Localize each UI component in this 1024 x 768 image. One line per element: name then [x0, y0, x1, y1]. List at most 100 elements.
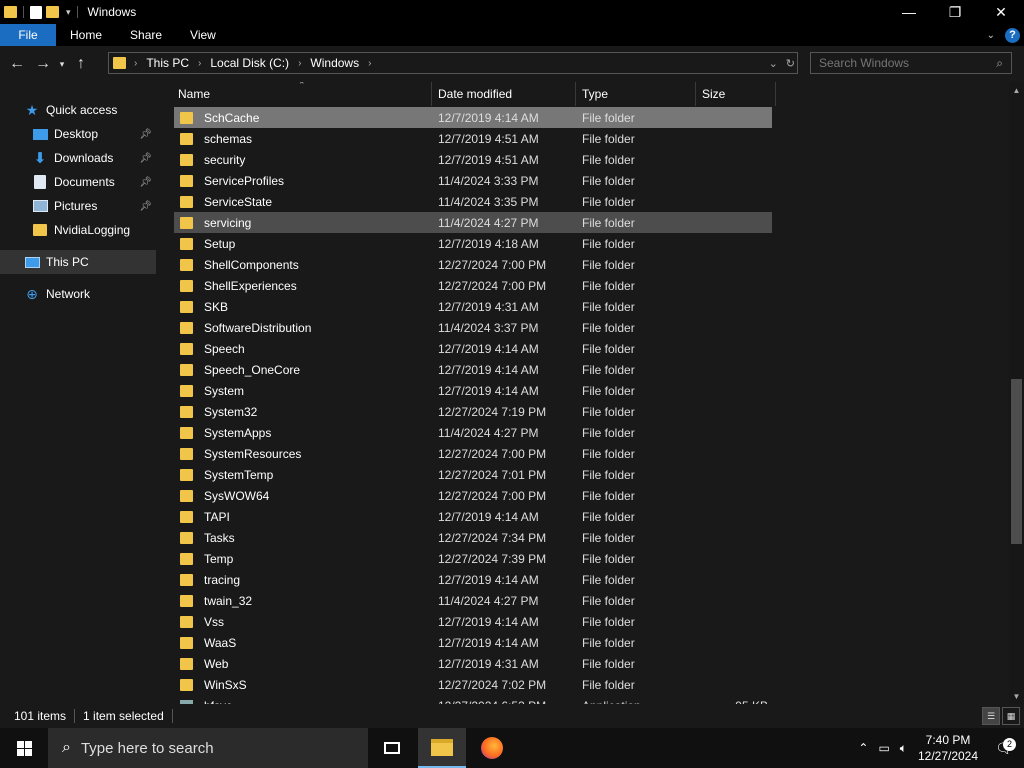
pin-icon: 📌︎: [139, 152, 152, 164]
table-row[interactable]: Temp 12/27/2024 7:39 PM File folder: [174, 548, 772, 569]
sidebar-item-pictures[interactable]: Pictures 📌︎: [0, 194, 156, 218]
search-input[interactable]: [819, 56, 989, 70]
file-date: 12/27/2024 7:39 PM: [438, 551, 547, 566]
folder-icon: [180, 678, 193, 691]
table-row[interactable]: tracing 12/7/2019 4:14 AM File folder: [174, 569, 772, 590]
clock[interactable]: 7:40 PM 12/27/2024: [912, 732, 984, 764]
volume-muted-icon[interactable]: 🔈︎: [900, 741, 907, 756]
table-row[interactable]: System 12/7/2019 4:14 AM File folder: [174, 380, 772, 401]
new-folder-icon[interactable]: [46, 6, 59, 18]
scroll-up-icon[interactable]: ▲: [1009, 82, 1024, 98]
breadcrumb-separator-icon[interactable]: ›: [368, 58, 371, 69]
table-row[interactable]: SoftwareDistribution 11/4/2024 3:37 PM Fil…: [174, 317, 772, 338]
notifications-button[interactable]: 🗨︎ 2: [984, 737, 1024, 757]
scrollbar-thumb[interactable]: [1011, 379, 1022, 544]
breadcrumb-separator-icon[interactable]: ›: [298, 58, 301, 69]
address-bar[interactable]: › This PC › Local Disk (C:) › Windows › …: [108, 52, 798, 74]
table-row[interactable]: Vss 12/7/2019 4:14 AM File folder: [174, 611, 772, 632]
scroll-down-icon[interactable]: ▼: [1009, 688, 1024, 704]
minimize-icon[interactable]: —: [886, 0, 932, 24]
breadcrumb-local-disk[interactable]: Local Disk (C:): [210, 56, 289, 70]
file-type: File folder: [582, 257, 635, 272]
column-header-type[interactable]: Type: [576, 82, 696, 106]
task-view-button[interactable]: [368, 728, 416, 768]
sidebar-item-desktop[interactable]: Desktop 📌︎: [0, 122, 156, 146]
pin-icon: 📌︎: [139, 200, 152, 212]
table-row[interactable]: security 12/7/2019 4:51 AM File folder: [174, 149, 772, 170]
up-arrow-icon[interactable]: ↑: [70, 53, 92, 75]
search-box[interactable]: ⌕: [810, 52, 1012, 74]
close-icon[interactable]: ✕: [978, 0, 1024, 24]
search-icon[interactable]: ⌕: [996, 56, 1003, 71]
chevron-up-icon[interactable]: ⌃: [858, 741, 868, 755]
table-row[interactable]: SystemApps 11/4/2024 4:27 PM File folder: [174, 422, 772, 443]
table-row[interactable]: schemas 12/7/2019 4:51 AM File folder: [174, 128, 772, 149]
vertical-scrollbar[interactable]: ▲ ▼: [1009, 82, 1024, 704]
folder-icon: [113, 57, 126, 69]
back-arrow-icon[interactable]: ←: [6, 53, 28, 75]
table-row[interactable]: TAPI 12/7/2019 4:14 AM File folder: [174, 506, 772, 527]
table-row[interactable]: WaaS 12/7/2019 4:14 AM File folder: [174, 632, 772, 653]
column-header-name[interactable]: Name: [172, 82, 432, 106]
tab-file[interactable]: File: [0, 24, 56, 46]
table-row[interactable]: Tasks 12/27/2024 7:34 PM File folder: [174, 527, 772, 548]
table-row[interactable]: ServiceState 11/4/2024 3:35 PM File folder: [174, 191, 772, 212]
start-button[interactable]: [0, 728, 48, 768]
sidebar-item-documents[interactable]: Documents 📌︎: [0, 170, 156, 194]
table-row[interactable]: SysWOW64 12/27/2024 7:00 PM File folder: [174, 485, 772, 506]
sidebar-item-quick-access[interactable]: ★ Quick access: [0, 98, 156, 122]
chevron-down-icon[interactable]: ⌄: [769, 57, 778, 70]
details-view-icon[interactable]: ☰: [982, 707, 1000, 725]
breadcrumb-windows[interactable]: Windows: [310, 56, 359, 70]
help-icon[interactable]: ?: [1005, 27, 1020, 43]
file-name: Temp: [204, 551, 234, 566]
sidebar-item-this-pc[interactable]: This PC: [0, 250, 156, 274]
file-name: Web: [204, 656, 229, 671]
table-row[interactable]: Setup 12/7/2019 4:18 AM File folder: [174, 233, 772, 254]
properties-icon[interactable]: [30, 5, 42, 19]
breadcrumb-this-pc[interactable]: This PC: [146, 56, 189, 70]
large-icons-view-icon[interactable]: ▦: [1002, 707, 1020, 725]
column-header-size[interactable]: Size: [696, 82, 776, 106]
firefox-button[interactable]: [468, 728, 516, 768]
tab-view[interactable]: View: [176, 24, 230, 46]
table-row[interactable]: Web 12/7/2019 4:31 AM File folder: [174, 653, 772, 674]
file-explorer-button[interactable]: [418, 728, 466, 768]
table-row[interactable]: SystemTemp 12/27/2024 7:01 PM File folder: [174, 464, 772, 485]
table-row[interactable]: twain_32 11/4/2024 4:27 PM File folder: [174, 590, 772, 611]
expand-ribbon-icon[interactable]: ⌄: [987, 30, 995, 41]
chevron-down-icon[interactable]: ▾: [66, 7, 71, 18]
table-row[interactable]: System32 12/27/2024 7:19 PM File folder: [174, 401, 772, 422]
breadcrumb-separator-icon[interactable]: ›: [198, 58, 201, 69]
file-date: 12/27/2024 7:00 PM: [438, 278, 547, 293]
table-row[interactable]: Speech 12/7/2019 4:14 AM File folder: [174, 338, 772, 359]
table-row[interactable]: Speech_OneCore 12/7/2019 4:14 AM File fold…: [174, 359, 772, 380]
refresh-icon[interactable]: ↻: [786, 57, 795, 70]
title-bar: ▾ Windows — ❐ ✕: [0, 0, 1024, 24]
taskbar-search[interactable]: ⌕ Type here to search: [48, 728, 368, 768]
column-header-date-modified[interactable]: Date modified: [432, 82, 576, 106]
item-count: 101 items: [14, 709, 67, 723]
table-row[interactable]: WinSxS 12/27/2024 7:02 PM File folder: [174, 674, 772, 695]
tab-share[interactable]: Share: [116, 24, 176, 46]
table-row[interactable]: servicing 11/4/2024 4:27 PM File folder: [174, 212, 772, 233]
sidebar-item-network[interactable]: ⊕ Network: [0, 282, 156, 306]
forward-arrow-icon[interactable]: →: [32, 53, 54, 75]
table-row[interactable]: SystemResources 12/27/2024 7:00 PM File fo…: [174, 443, 772, 464]
breadcrumb-separator-icon[interactable]: ›: [134, 58, 137, 69]
file-name: WaaS: [204, 635, 237, 650]
sidebar-item-nvidialogging[interactable]: NvidiaLogging: [0, 218, 156, 242]
table-row[interactable]: ShellComponents 12/27/2024 7:00 PM File fo…: [174, 254, 772, 275]
network-status-icon[interactable]: ▭: [878, 741, 889, 755]
table-row[interactable]: SKB 12/7/2019 4:31 AM File folder: [174, 296, 772, 317]
recent-locations-icon[interactable]: ▾: [54, 53, 70, 75]
maximize-icon[interactable]: ❐: [932, 0, 978, 24]
sidebar-item-downloads[interactable]: ⬇ Downloads 📌︎: [0, 146, 156, 170]
tab-home[interactable]: Home: [56, 24, 116, 46]
table-row[interactable]: ServiceProfiles 11/4/2024 3:33 PM File fol…: [174, 170, 772, 191]
file-date: 12/7/2019 4:14 AM: [438, 341, 539, 356]
table-row[interactable]: bfsvc12/27/2024 6:53 PMApplication95 KB: [174, 695, 772, 704]
table-row[interactable]: ShellExperiences 12/27/2024 7:00 PM File f…: [174, 275, 772, 296]
navigation-pane: ★ Quick access Desktop 📌︎ ⬇ Downloads 📌︎…: [0, 82, 158, 704]
table-row[interactable]: SchCache 12/7/2019 4:14 AM File folder: [174, 107, 772, 128]
